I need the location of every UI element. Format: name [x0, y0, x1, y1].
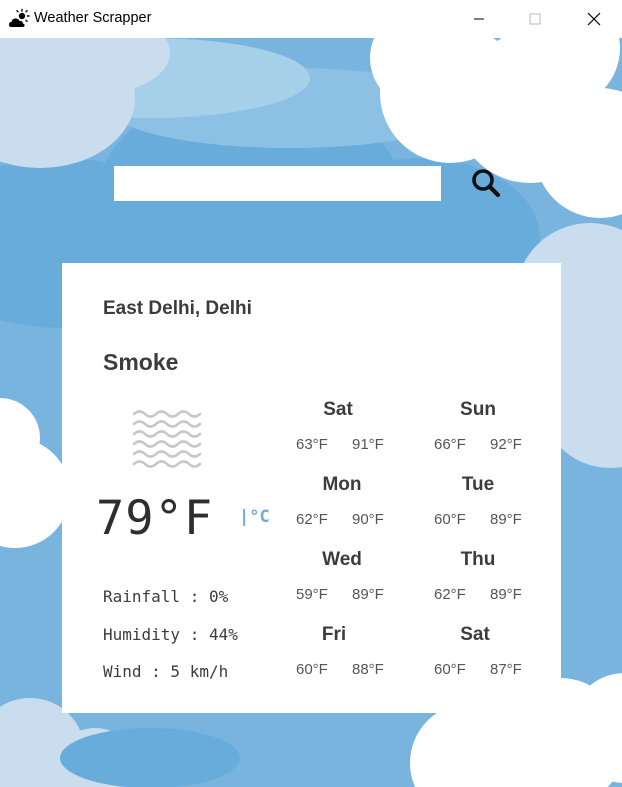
sky-background: East Delhi, Delhi Smoke 79°F |°C Rainfal… [0, 38, 622, 787]
rainfall-stat: Rainfall : 0% [103, 587, 229, 606]
forecast-day-name: Wed [322, 549, 362, 570]
forecast-low: 62°F [296, 511, 328, 528]
forecast-day-name: Mon [322, 474, 362, 495]
forecast-low: 62°F [434, 586, 466, 603]
location-label: East Delhi, Delhi [103, 298, 252, 319]
title-bar: Weather Scrapper [0, 0, 622, 38]
forecast-high: 92°F [490, 436, 522, 453]
forecast-day: Wed 59°F 89°F [296, 549, 416, 609]
forecast-day: Sat 60°F 87°F [434, 624, 554, 684]
current-temperature: 79°F [96, 491, 214, 546]
forecast-high: 90°F [352, 511, 384, 528]
forecast-day-name: Thu [460, 549, 496, 570]
unit-toggle-celsius[interactable]: |°C [239, 507, 270, 527]
maximize-icon [529, 13, 541, 25]
forecast-day: Sun 66°F 92°F [434, 399, 554, 459]
forecast-day: Fri 60°F 88°F [296, 624, 416, 684]
weather-card: East Delhi, Delhi Smoke 79°F |°C Rainfal… [62, 263, 561, 713]
forecast-high: 89°F [352, 586, 384, 603]
condition-label: Smoke [103, 349, 179, 375]
forecast-day-name: Sat [460, 624, 490, 645]
forecast-day-name: Tue [461, 474, 495, 495]
forecast-low: 60°F [296, 661, 328, 678]
forecast-day: Mon 62°F 90°F [296, 474, 416, 534]
forecast-day: Thu 62°F 89°F [434, 549, 554, 609]
smoke-haze-icon [132, 410, 202, 468]
forecast-day-name: Fri [321, 624, 347, 645]
forecast-high: 89°F [490, 586, 522, 603]
forecast-high: 89°F [490, 511, 522, 528]
forecast-day-name: Sat [323, 399, 353, 420]
humidity-stat: Humidity : 44% [103, 625, 238, 644]
forecast-high: 87°F [490, 661, 522, 678]
wind-stat: Wind : 5 km/h [103, 662, 229, 681]
forecast-low: 66°F [434, 436, 466, 453]
forecast-day: Tue 60°F 89°F [434, 474, 554, 534]
close-button[interactable] [571, 0, 617, 38]
search-input[interactable] [114, 166, 441, 201]
forecast-high: 88°F [352, 661, 384, 678]
forecast-low: 59°F [296, 586, 328, 603]
forecast-low: 60°F [434, 661, 466, 678]
search-icon [472, 169, 501, 198]
forecast-day: Sat 63°F 91°F [296, 399, 416, 459]
close-icon [587, 12, 601, 26]
forecast-high: 91°F [352, 436, 384, 453]
minimize-button[interactable] [456, 0, 502, 38]
maximize-button[interactable] [512, 0, 558, 38]
window-title: Weather Scrapper [34, 10, 152, 26]
minimize-icon [474, 18, 484, 20]
forecast-low: 60°F [434, 511, 466, 528]
forecast-low: 63°F [296, 436, 328, 453]
search-button[interactable] [468, 166, 504, 202]
forecast-day-name: Sun [460, 399, 496, 420]
cloud-sun-icon [9, 8, 30, 27]
